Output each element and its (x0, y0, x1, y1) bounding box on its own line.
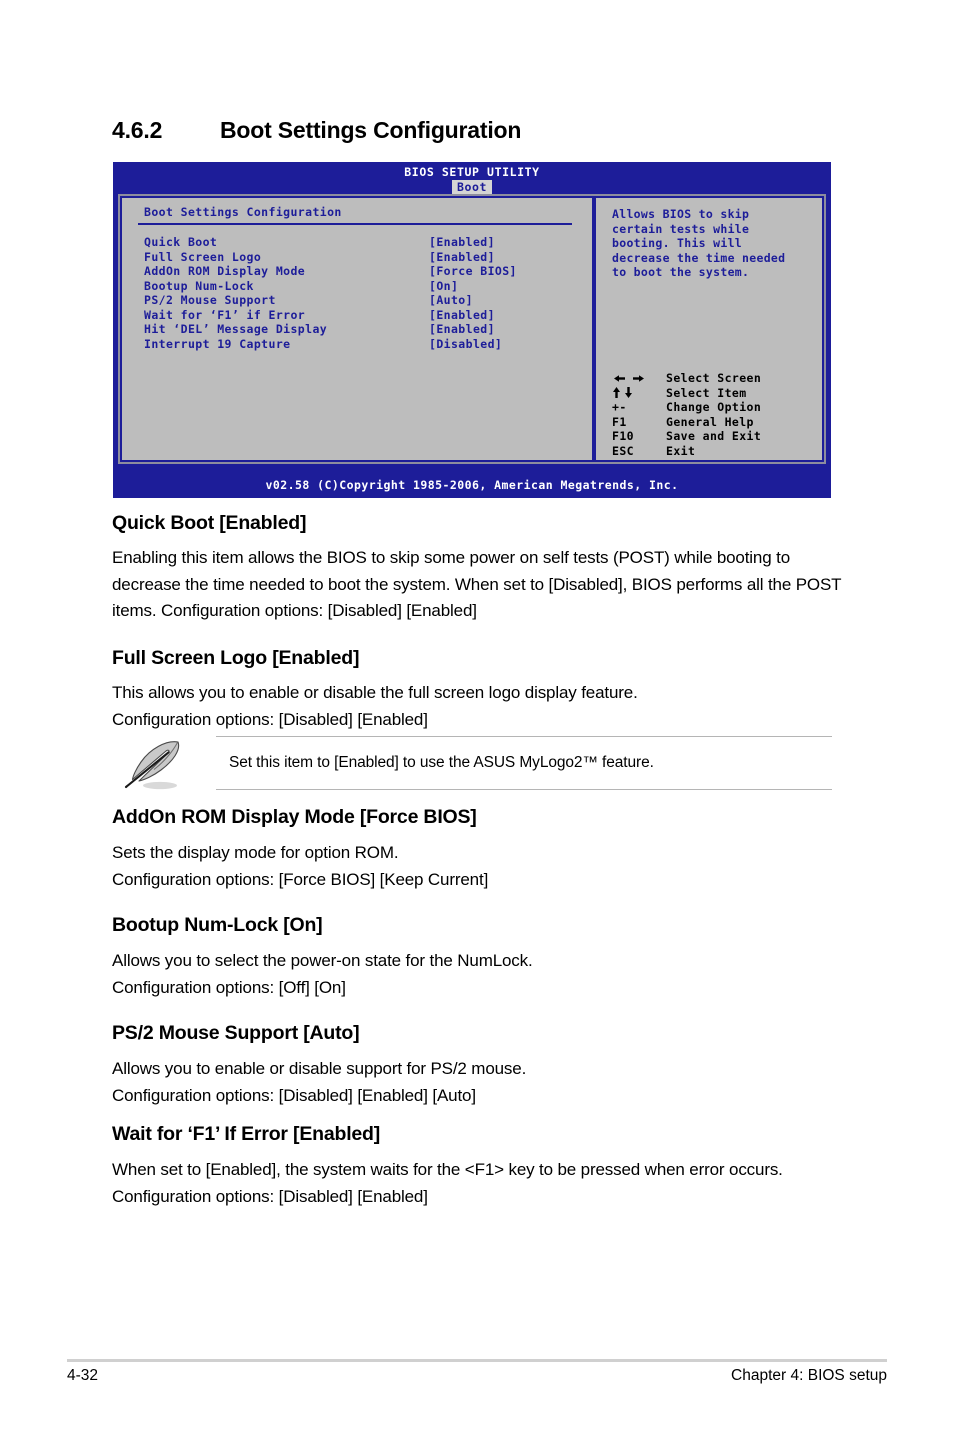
bios-key-legend-row: Select Screen (612, 371, 761, 386)
bios-panel-title: Boot Settings Configuration (144, 205, 342, 219)
bios-setting-row[interactable]: Quick Boot [Enabled] (144, 235, 592, 250)
note-text: Set this item to [Enabled] to use the AS… (229, 754, 654, 771)
bios-setting-value[interactable]: [Enabled] (429, 308, 495, 323)
bios-tab-bar: Boot (113, 179, 831, 194)
bios-setting-value[interactable]: [Enabled] (429, 235, 495, 250)
document-page: 4.6.2 Boot Settings Configuration BIOS SE… (0, 0, 954, 1438)
left-right-arrows-icon (612, 373, 666, 384)
bios-key-action-label: Select Screen (666, 371, 762, 385)
bios-setting-label: Quick Boot (144, 235, 218, 249)
bios-key-cap: ESC (612, 443, 634, 458)
bios-setting-label: Full Screen Logo (144, 249, 262, 264)
body-wait-for-f1: When set to [Enabled], the system waits … (112, 1160, 783, 1206)
bios-key-legend-row: Select Item (612, 386, 761, 401)
heading-full-screen-logo: Full Screen Logo [Enabled] (112, 647, 360, 669)
bios-setting-row[interactable]: Hit ‘DEL’ Message Display [Enabled] (144, 322, 592, 337)
footer-page-number: 4-32 (67, 1367, 99, 1384)
body-ps2-mouse: Allows you to enable or disable support … (112, 1059, 527, 1105)
bios-key-legend-row: F1 General Help (612, 415, 761, 430)
bios-setting-value[interactable]: [Disabled] (429, 337, 502, 352)
bios-help-panel: Allows BIOS to skip certain tests while … (594, 196, 824, 462)
bios-key-legend-row: +- Change Option (612, 400, 761, 415)
bios-setting-value[interactable]: [Auto] (429, 293, 473, 308)
note-content: Set this item to [Enabled] to use the AS… (216, 736, 832, 790)
bios-key-action-label: Change Option (666, 400, 762, 414)
bios-setting-label: AddOn ROM Display Mode (144, 264, 306, 278)
footer-chapter: Chapter 4: BIOS setup (731, 1367, 887, 1384)
tab-boot[interactable]: Boot (451, 180, 493, 194)
bios-key-legend-row: ESC Exit (612, 444, 761, 459)
bios-key-cap: F1 (612, 414, 627, 429)
body-quick-boot: Enabling this item allows the BIOS to sk… (112, 548, 842, 620)
body-bootup-numlock: Allows you to select the power-on state … (112, 951, 533, 997)
note-box: Set this item to [Enabled] to use the AS… (112, 736, 842, 792)
bios-setting-value[interactable]: [On] (429, 279, 458, 294)
up-down-arrows-icon (612, 386, 666, 399)
bios-setting-row[interactable]: PS/2 Mouse Support [Auto] (144, 293, 592, 308)
bios-key-cap: +- (612, 400, 627, 414)
page-title: 4.6.2 Boot Settings Configuration (112, 117, 521, 144)
bios-copyright: v02.58 (C)Copyright 1985-2006, American … (265, 478, 679, 492)
bios-key-legend: Select Screen Select Item +- Change Option F… (612, 371, 761, 458)
heading-bootup-numlock: Bootup Num-Lock [On] (112, 914, 323, 936)
heading-ps2-mouse: PS/2 Mouse Support [Auto] (112, 1022, 360, 1044)
bios-settings-list: Quick Boot [Enabled] Full Screen Logo [Enab… (144, 235, 592, 351)
bios-setting-label: Hit ‘DEL’ Message Display (144, 322, 328, 336)
bios-body: Boot Settings Configuration Quick Boot [E… (118, 194, 826, 464)
bios-setting-label: Wait for ‘F1’ if Error (144, 307, 306, 322)
quill-pen-icon (120, 738, 192, 792)
heading-addon-rom: AddOn ROM Display Mode [Force BIOS] (112, 806, 477, 828)
bios-setting-row[interactable]: Bootup Num-Lock [On] (144, 279, 592, 294)
section-number: 4.6.2 (112, 117, 163, 143)
heading-quick-boot: Quick Boot [Enabled] (112, 512, 307, 534)
bios-setting-row[interactable]: AddOn ROM Display Mode [Force BIOS] (144, 264, 592, 279)
bios-utility-title: BIOS SETUP UTILITY (404, 165, 540, 179)
bios-divider (138, 223, 572, 225)
bios-settings-panel: Boot Settings Configuration Quick Boot [E… (120, 196, 594, 462)
body-addon-rom: Sets the display mode for option ROM. Co… (112, 843, 489, 889)
bios-setting-row[interactable]: Full Screen Logo [Enabled] (144, 250, 592, 265)
heading-wait-for-f1: Wait for ‘F1’ If Error [Enabled] (112, 1123, 381, 1145)
body-full-screen-logo: This allows you to enable or disable the… (112, 683, 638, 729)
bios-screenshot: BIOS SETUP UTILITY Boot Boot Settings Co… (113, 162, 831, 498)
bios-setting-label: PS/2 Mouse Support (144, 293, 276, 307)
bios-key-legend-row: F10 Save and Exit (612, 429, 761, 444)
bios-setting-row[interactable]: Wait for ‘F1’ if Error [Enabled] (144, 308, 592, 323)
bios-setting-value[interactable]: [Enabled] (429, 250, 495, 265)
bios-key-action-label: Select Item (666, 385, 747, 400)
bios-key-cap: F10 (612, 429, 634, 443)
bios-key-action-label: Save and Exit (666, 429, 762, 443)
section-title: Boot Settings Configuration (220, 117, 522, 143)
bios-setting-value[interactable]: [Force BIOS] (429, 264, 517, 279)
bios-help-text: Allows BIOS to skip certain tests while … (612, 207, 786, 279)
bios-setting-value[interactable]: [Enabled] (429, 322, 495, 337)
bios-setting-label: Interrupt 19 Capture (144, 336, 291, 351)
bios-setting-row[interactable]: Interrupt 19 Capture [Disabled] (144, 337, 592, 352)
bios-setting-label: Bootup Num-Lock (144, 278, 254, 293)
bios-key-action-label: Exit (666, 443, 696, 458)
footer-divider (67, 1359, 887, 1362)
bios-key-action-label: General Help (666, 414, 754, 429)
